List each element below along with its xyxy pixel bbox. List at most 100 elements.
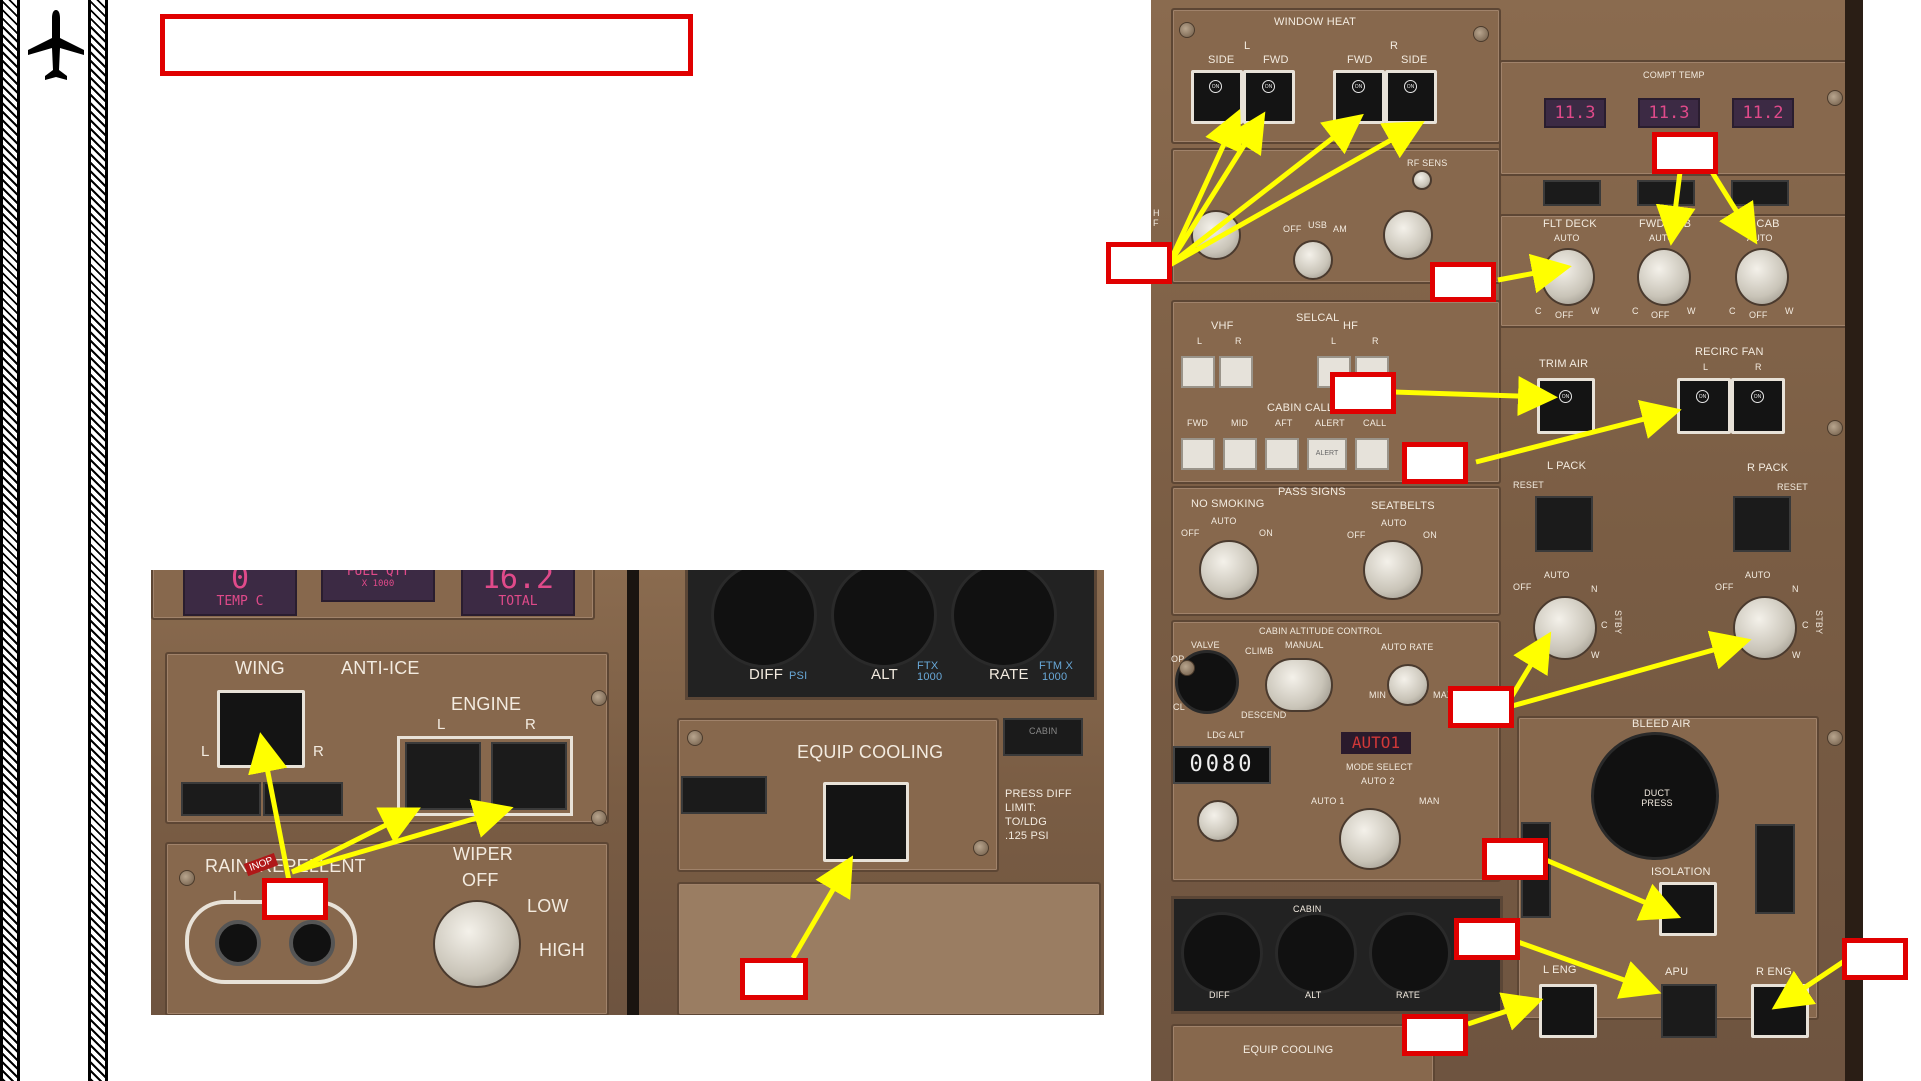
aft-cab-temp-knob[interactable] — [1735, 248, 1789, 306]
cabin-call-mid-label: MID — [1231, 418, 1249, 428]
window-heat-l-side-switch[interactable] — [1191, 70, 1243, 124]
recirc-fan-l-label: L — [1703, 362, 1709, 372]
cabin-alt-indicator — [1003, 718, 1083, 756]
seatbelts-label: SEATBELTS — [1371, 500, 1435, 512]
callout-recirc-fan — [1402, 442, 1468, 484]
l-pack-reset-label: RESET — [1513, 480, 1545, 490]
l-pack-n-label: N — [1591, 584, 1598, 594]
cabin-alt-label: ALT — [1305, 990, 1322, 1000]
vhf-l-selcal-light[interactable] — [1181, 356, 1215, 388]
cabin-call-aft-label: AFT — [1275, 418, 1293, 428]
climb-label: CLIMB — [1245, 646, 1274, 656]
recirc-fan-l-switch[interactable] — [1677, 378, 1731, 434]
aft-cab-off-label: OFF — [1749, 310, 1768, 320]
wiper-high-label: HIGH — [539, 940, 585, 960]
no-smoking-knob[interactable] — [1199, 540, 1259, 600]
window-heat-l-fwd-label: FWD — [1263, 54, 1289, 66]
blank-indicator-2 — [1637, 180, 1695, 206]
trim-air-on-light: ON — [1559, 390, 1572, 403]
r-pack-reset-label: RESET — [1777, 482, 1809, 492]
alt-label: ALT — [871, 666, 898, 683]
window-heat-l-fwd-switch[interactable] — [1243, 70, 1295, 124]
r-eng-bleed-label: R ENG — [1756, 966, 1792, 978]
auto-rate-knob[interactable] — [1387, 664, 1429, 706]
screw — [1827, 90, 1843, 106]
r-pack-selector-knob[interactable] — [1733, 596, 1797, 660]
r-eng-bleed-switch[interactable] — [1751, 984, 1809, 1038]
mode-select-knob[interactable] — [1339, 808, 1401, 870]
hf-off-label: OFF — [1283, 224, 1302, 234]
engine-r-anti-ice-switch[interactable] — [491, 742, 567, 810]
cabin-call-call-label: CALL — [1363, 418, 1387, 428]
equip-cooling-switch[interactable] — [823, 782, 909, 862]
callout-anti-ice — [262, 878, 328, 920]
trim-air-switch[interactable] — [1537, 378, 1595, 434]
hf-mode-knob[interactable] — [1293, 240, 1333, 280]
aft-cab-label: AFT CAB — [1732, 218, 1780, 230]
rain-repellent-l-button[interactable] — [215, 920, 261, 966]
r-pack-w-label: W — [1792, 650, 1801, 660]
rain-repellent-r-button[interactable] — [289, 920, 335, 966]
flt-deck-temp-knob[interactable] — [1541, 248, 1595, 306]
callout-window-heat — [1106, 242, 1172, 284]
bleed-air-label: BLEED AIR — [1632, 718, 1691, 730]
diff-label: DIFF — [749, 666, 784, 683]
rf-sens-knob[interactable] — [1412, 170, 1432, 190]
cabin-alt-gauge — [1275, 912, 1357, 994]
vhf-r-selcal-light[interactable] — [1219, 356, 1253, 388]
l-eng-bleed-switch[interactable] — [1539, 984, 1597, 1038]
apu-bleed-switch[interactable] — [1661, 984, 1717, 1038]
airplane-icon — [28, 10, 84, 80]
l-pack-stby-label: STBY — [1613, 610, 1623, 635]
manual-cabin-alt-knob[interactable] — [1265, 658, 1333, 712]
hf-frequency-knob-right[interactable] — [1383, 210, 1433, 260]
recirc-fan-r-switch[interactable] — [1731, 378, 1785, 434]
cabin-rate-label: RATE — [1396, 990, 1421, 1000]
callout-cabin-temps — [1652, 132, 1718, 174]
vhf-l-label: L — [1197, 336, 1203, 346]
window-heat-r-fwd-switch[interactable] — [1333, 70, 1385, 124]
window-heat-r-side-switch[interactable] — [1385, 70, 1437, 124]
wing-anti-ice-switch[interactable] — [217, 690, 305, 768]
l-pack-reset-switch[interactable] — [1535, 496, 1593, 552]
ldg-alt-knob[interactable] — [1197, 800, 1239, 842]
engine-l-anti-ice-switch[interactable] — [405, 742, 481, 810]
seatbelts-knob[interactable] — [1363, 540, 1423, 600]
r-pack-auto-label: AUTO — [1745, 570, 1771, 580]
l-pack-off-label: OFF — [1513, 582, 1532, 592]
l-pack-label: L PACK — [1547, 460, 1587, 472]
wiper-low-label: LOW — [527, 896, 569, 916]
flt-deck-off-label: OFF — [1555, 310, 1574, 320]
fuel-qty-label: FUEL QTY — [346, 570, 410, 579]
engine-label: ENGINE — [451, 694, 522, 714]
callout-flt-deck-temp — [1430, 262, 1496, 302]
bleed-isolation-switch[interactable] — [1659, 882, 1717, 936]
fwd-cab-temp-knob[interactable] — [1637, 248, 1691, 306]
mode-auto1-label: AUTO 1 — [1311, 796, 1345, 806]
cabin-call-alert-button[interactable]: ALERT — [1307, 438, 1347, 470]
aft-cab-temp-display: 11.2 — [1732, 98, 1794, 128]
r-pack-n-label: N — [1792, 584, 1799, 594]
callout-apu-bleed — [1454, 918, 1520, 960]
callout-packs — [1448, 686, 1514, 728]
flt-deck-temp-display: 11.3 — [1544, 98, 1606, 128]
wiper-label: WIPER — [453, 844, 514, 864]
no-smoking-label: NO SMOKING — [1191, 498, 1265, 510]
engine-r-label: R — [525, 716, 537, 733]
recirc-fan-r-on-light: ON — [1751, 390, 1764, 403]
cabin-call-fwd-button[interactable] — [1181, 438, 1215, 470]
callout-r-eng-bleed — [1842, 938, 1908, 980]
cabin-call-call-button[interactable] — [1355, 438, 1389, 470]
wing-l-label: L — [201, 743, 210, 760]
temp-display: 0 TEMP C — [183, 570, 297, 616]
hf-frequency-knob[interactable] — [1191, 210, 1241, 260]
r-pack-reset-switch[interactable] — [1733, 496, 1791, 552]
cabin-call-mid-button[interactable] — [1223, 438, 1257, 470]
mode-man-label: MAN — [1419, 796, 1440, 806]
callout-l-eng-bleed — [1402, 1014, 1468, 1056]
cabin-alt-indicator-label: CABIN — [1029, 726, 1058, 736]
wiper-selector-knob[interactable] — [433, 900, 521, 988]
l-pack-selector-knob[interactable] — [1533, 596, 1597, 660]
selcal-label: SELCAL — [1296, 312, 1340, 324]
cabin-call-aft-button[interactable] — [1265, 438, 1299, 470]
